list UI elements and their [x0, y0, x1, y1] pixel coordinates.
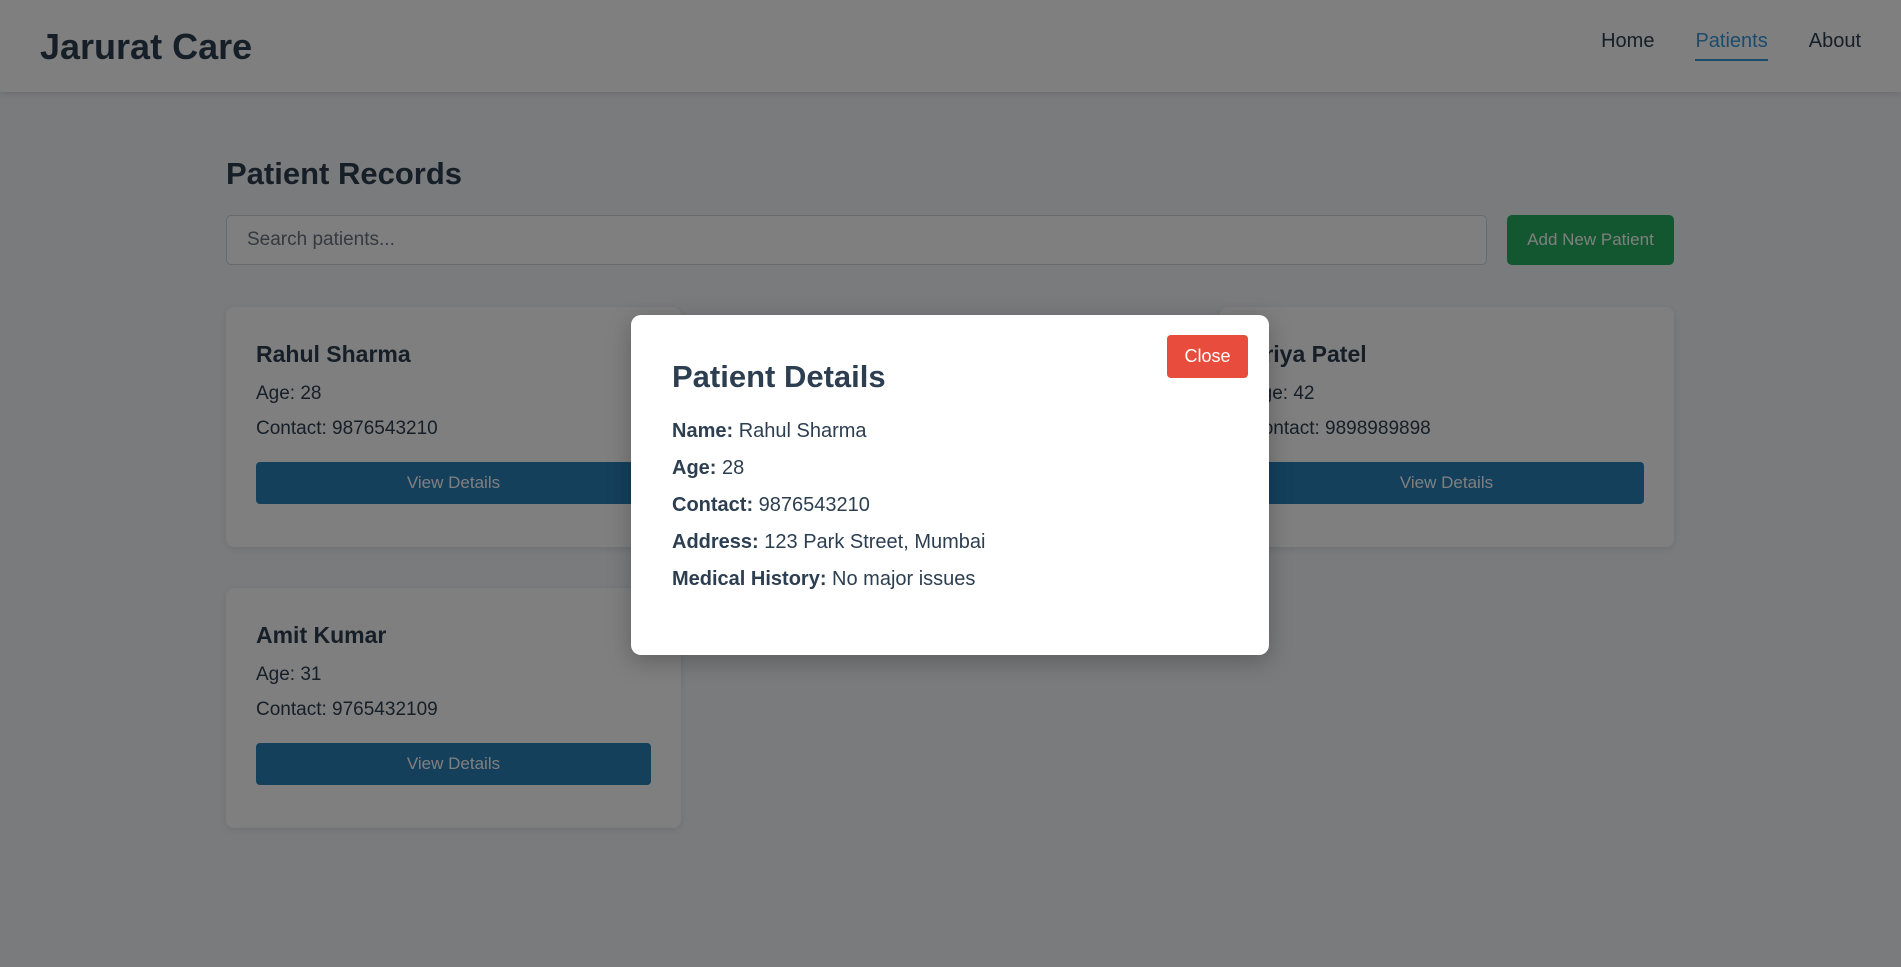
- close-button[interactable]: Close: [1167, 335, 1248, 378]
- detail-row-name: Name: Rahul Sharma: [672, 420, 1228, 457]
- detail-label: Medical History:: [672, 568, 827, 590]
- detail-label: Contact:: [672, 494, 754, 516]
- detail-label: Address:: [672, 531, 759, 553]
- detail-label: Name:: [672, 420, 734, 442]
- detail-row-address: Address: 123 Park Street, Mumbai: [672, 531, 1228, 568]
- detail-value: Rahul Sharma: [738, 420, 867, 442]
- modal-title: Patient Details: [672, 359, 886, 394]
- detail-row-medical-history: Medical History: No major issues: [672, 568, 1228, 605]
- detail-row-contact: Contact: 9876543210: [672, 494, 1228, 531]
- detail-value: 123 Park Street, Mumbai: [764, 531, 986, 553]
- detail-value: 28: [722, 457, 745, 479]
- detail-row-age: Age: 28: [672, 457, 1228, 494]
- detail-value: 9876543210: [758, 494, 870, 516]
- patient-details-modal: Close Patient Details Name: Rahul Sharma…: [631, 315, 1269, 655]
- detail-list: Name: Rahul Sharma Age: 28 Contact: 9876…: [672, 420, 1228, 605]
- detail-label: Age:: [672, 457, 717, 479]
- detail-value: No major issues: [832, 568, 976, 590]
